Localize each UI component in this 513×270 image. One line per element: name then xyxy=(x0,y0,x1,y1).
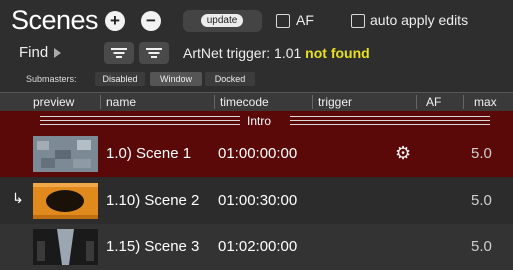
filter-icon xyxy=(111,48,127,50)
af-checkbox[interactable] xyxy=(276,14,290,28)
update-button[interactable]: update xyxy=(183,10,262,32)
scene-name: 1.15) Scene 3 xyxy=(106,238,200,255)
artnet-trigger-label: ArtNet trigger: 1.01 xyxy=(183,45,302,61)
artnet-status: ArtNet trigger: 1.01 not found xyxy=(183,45,370,61)
artnet-not-found-badge: not found xyxy=(305,45,370,61)
sort-icon xyxy=(146,48,162,50)
table-header: preview name timecode trigger AF max xyxy=(0,92,513,112)
scene-max: 5.0 xyxy=(471,192,492,209)
column-header-name[interactable]: name xyxy=(106,95,136,109)
scene-name: 1.0) Scene 1 xyxy=(106,145,192,162)
group-row[interactable]: Intro xyxy=(0,111,513,131)
table-row[interactable]: 1.15) Scene 3 01:02:00:00 5.0 xyxy=(0,224,513,270)
column-header-max[interactable]: max xyxy=(474,95,497,109)
submasters-window-option[interactable]: Window xyxy=(150,72,202,86)
find-label[interactable]: Find xyxy=(19,44,48,61)
submasters-docked-option[interactable]: Docked xyxy=(205,72,255,86)
update-button-label: update xyxy=(201,14,243,27)
table-row[interactable]: 1.0) Scene 1 01:00:00:00 ⚙ 5.0 xyxy=(0,131,513,177)
add-scene-button[interactable]: + xyxy=(105,11,125,31)
remove-scene-button[interactable]: − xyxy=(141,11,161,31)
toolbar: Scenes + − update AF auto apply edits Fi… xyxy=(0,0,513,92)
table-row[interactable]: ↳ 1.10) Scene 2 01:00:30:00 5.0 xyxy=(0,178,513,224)
scene-name: 1.10) Scene 2 xyxy=(106,192,200,209)
group-label: Intro xyxy=(247,114,272,128)
scene-3-preview-thumbnail xyxy=(33,229,98,265)
auto-apply-checkbox-label: auto apply edits xyxy=(370,12,469,28)
sort-button[interactable] xyxy=(139,42,169,64)
find-disclosure-icon[interactable] xyxy=(54,48,61,58)
scene-max: 5.0 xyxy=(471,238,492,255)
linked-arrow-icon: ↳ xyxy=(12,190,24,206)
column-header-timecode[interactable]: timecode xyxy=(220,95,269,109)
scene-2-preview-thumbnail xyxy=(33,183,98,219)
submasters-label: Submasters: xyxy=(26,74,77,84)
page-title: Scenes xyxy=(11,5,99,35)
column-header-af[interactable]: AF xyxy=(426,95,441,109)
scene-max: 5.0 xyxy=(471,145,492,162)
gear-icon[interactable]: ⚙ xyxy=(395,143,411,164)
af-checkbox-label: AF xyxy=(296,12,314,28)
scene-timecode: 01:02:00:00 xyxy=(218,238,298,255)
submasters-disabled-option[interactable]: Disabled xyxy=(95,72,145,86)
scene-1-preview-thumbnail xyxy=(33,136,98,172)
scene-timecode: 01:00:30:00 xyxy=(218,192,298,209)
scene-timecode: 01:00:00:00 xyxy=(218,145,298,162)
filter-button[interactable] xyxy=(104,42,134,64)
auto-apply-checkbox[interactable] xyxy=(351,14,365,28)
column-header-preview[interactable]: preview xyxy=(33,95,74,109)
column-header-trigger[interactable]: trigger xyxy=(318,95,352,109)
